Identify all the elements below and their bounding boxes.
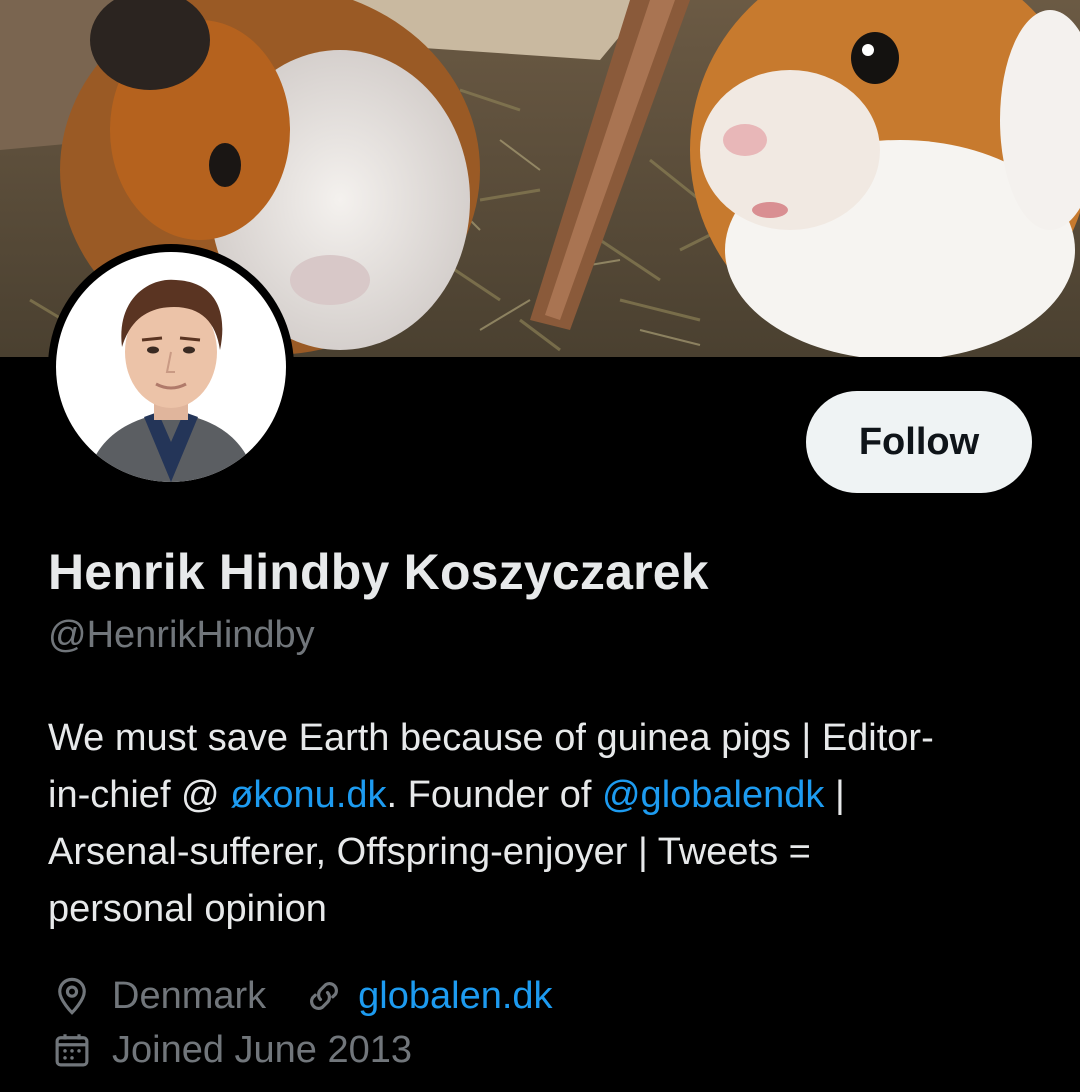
profile-location: Denmark [112, 974, 267, 1017]
bio-text: Arsenal-sufferer, Offspring-enjoyer | Tw… [48, 831, 811, 873]
profile-website-link[interactable]: globalen.dk [358, 975, 552, 1018]
bio-mention-globalendk[interactable]: @globalendk [602, 774, 824, 816]
bio-text: . Founder of [386, 774, 602, 816]
calendar-icon [48, 1026, 96, 1074]
profile-bio: We must save Earth because of guinea pig… [48, 710, 1038, 938]
profile-meta-row: Denmark globalen.dk [48, 972, 553, 1020]
profile-joined-row: Joined June 2013 [48, 1026, 412, 1074]
bio-text: personal opinion [48, 888, 327, 930]
bio-link-okonu[interactable]: økonu.dk [230, 774, 386, 816]
profile-joined-date: Joined June 2013 [112, 1028, 413, 1071]
location-pin-icon [48, 972, 96, 1020]
bio-text: We must save Earth because of guinea pig… [48, 717, 934, 759]
follow-button[interactable]: Follow [806, 391, 1032, 493]
link-icon [300, 972, 348, 1020]
avatar-photo [56, 252, 286, 482]
profile-display-name: Henrik Hindby Koszyczarek [48, 544, 709, 600]
profile-handle: @HenrikHindby [48, 614, 315, 656]
profile-avatar[interactable] [48, 244, 294, 490]
bio-text: in-chief @ [48, 774, 231, 816]
bio-text: | [824, 774, 845, 816]
